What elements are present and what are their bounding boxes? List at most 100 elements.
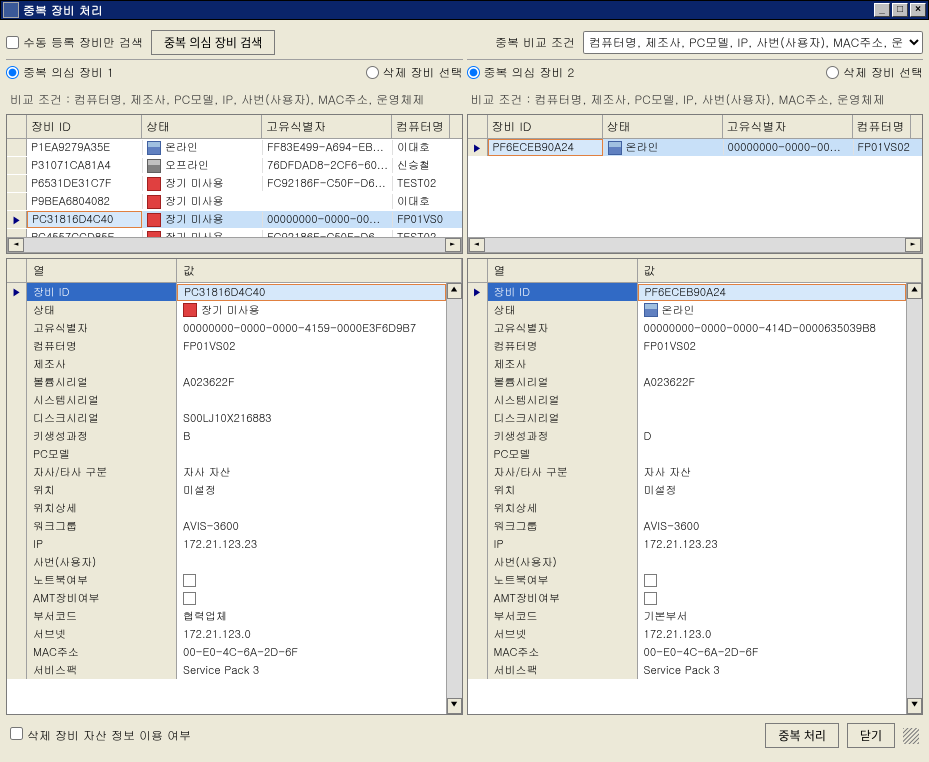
detail-col-value[interactable]: 값 bbox=[177, 259, 462, 282]
hscrollbar-right[interactable]: ◄ ► bbox=[468, 237, 923, 253]
scroll-down-icon-r[interactable]: ▼ bbox=[907, 698, 922, 714]
detail-row[interactable]: 키생성과정 B bbox=[7, 427, 446, 445]
detail-row[interactable]: AMT장비여부 bbox=[7, 589, 446, 607]
panel-right-radio[interactable]: 중복 의심 장비 2 bbox=[467, 64, 575, 81]
detail-row[interactable]: PC모델 bbox=[7, 445, 446, 463]
detail-row[interactable]: 노트북여부 bbox=[468, 571, 907, 589]
detail-row[interactable]: 상태 온라인 bbox=[468, 301, 907, 319]
detail-row[interactable]: 디스크시리얼 S00LJ10X216883 bbox=[7, 409, 446, 427]
detail-row[interactable]: 디스크시리얼 bbox=[468, 409, 907, 427]
detail-col-key[interactable]: 열 bbox=[27, 259, 177, 282]
scroll-right-icon[interactable]: ► bbox=[445, 238, 461, 252]
delete-asset-info-checkbox[interactable]: 삭제 장비 자산 정보 이용 여부 bbox=[10, 727, 191, 744]
detail-row[interactable]: 자사/타사 구분 자사 자산 bbox=[468, 463, 907, 481]
detail-row[interactable]: PC모델 bbox=[468, 445, 907, 463]
checkbox-icon[interactable] bbox=[644, 574, 657, 587]
detail-col-indicator-r[interactable] bbox=[468, 259, 488, 282]
col-uid[interactable]: 고유식별자 bbox=[262, 115, 392, 138]
col-status-r[interactable]: 상태 bbox=[603, 115, 723, 138]
close-button[interactable]: × bbox=[910, 3, 926, 17]
detail-row[interactable]: 고유식별자 00000000-0000-0000-414D-0000635039… bbox=[468, 319, 907, 337]
detail-row[interactable]: 볼륨시리얼 A023622F bbox=[7, 373, 446, 391]
close-dialog-button[interactable]: 닫기 bbox=[847, 723, 895, 748]
scroll-left-icon[interactable]: ◄ bbox=[8, 238, 24, 252]
detail-row[interactable]: 시스템시리얼 bbox=[7, 391, 446, 409]
detail-row[interactable]: 서브넷 172.21.123.0 bbox=[468, 625, 907, 643]
detail-row[interactable]: 제조사 bbox=[468, 355, 907, 373]
detail-row[interactable]: IP 172.21.123.23 bbox=[7, 535, 446, 553]
detail-row[interactable]: 사번(사용자) bbox=[7, 553, 446, 571]
detail-row[interactable]: 시스템시리얼 bbox=[468, 391, 907, 409]
scroll-up-icon-r[interactable]: ▲ bbox=[907, 283, 922, 299]
col-uid-r[interactable]: 고유식별자 bbox=[723, 115, 853, 138]
vscrollbar-right[interactable]: ▲ ▼ bbox=[906, 283, 922, 714]
col-status[interactable]: 상태 bbox=[142, 115, 262, 138]
titlebar[interactable]: 중복 장비 처리 _ □ × bbox=[0, 0, 929, 20]
detail-row[interactable]: 부서코드 협력업체 bbox=[7, 607, 446, 625]
detail-row[interactable]: MAC주소 00-E0-4C-6A-2D-6F bbox=[7, 643, 446, 661]
scroll-up-icon[interactable]: ▲ bbox=[447, 283, 462, 299]
table-row[interactable]: ▶ PC31816D4C40 장기 미사용 00000000-0000-00..… bbox=[7, 211, 462, 229]
checkbox-icon[interactable] bbox=[644, 592, 657, 605]
detail-row[interactable]: 워크그룹 AVIS-3600 bbox=[468, 517, 907, 535]
detail-row[interactable]: 자사/타사 구분 자사 자산 bbox=[7, 463, 446, 481]
detail-row[interactable]: 고유식별자 00000000-0000-0000-4159-0000E3F6D9… bbox=[7, 319, 446, 337]
checkbox-icon[interactable] bbox=[183, 574, 196, 587]
scroll-right-icon-r[interactable]: ► bbox=[905, 238, 921, 252]
detail-key: 볼륨시리얼 bbox=[488, 373, 638, 391]
detail-row[interactable]: 서비스팩 Service Pack 3 bbox=[468, 661, 907, 679]
detail-row[interactable]: IP 172.21.123.23 bbox=[468, 535, 907, 553]
compare-condition-select[interactable]: 컴퓨터명, 제조사, PC모델, IP, 사번(사용자), MAC주소, 운 bbox=[583, 31, 923, 54]
search-duplicate-button[interactable]: 중복 의심 장비 검색 bbox=[151, 30, 275, 55]
detail-row[interactable]: 워크그룹 AVIS-3600 bbox=[7, 517, 446, 535]
detail-col-value-r[interactable]: 값 bbox=[638, 259, 923, 282]
col-equipid[interactable]: 장비 ID bbox=[27, 115, 142, 138]
detail-row[interactable]: ▶ 장비 ID PF6ECEB90A24 bbox=[468, 283, 907, 301]
detail-row[interactable]: MAC주소 00-E0-4C-6A-2D-6F bbox=[468, 643, 907, 661]
detail-row[interactable]: ▶ 장비 ID PC31816D4C40 bbox=[7, 283, 446, 301]
table-row[interactable]: P6531DE31C7F 장기 미사용 FC92186F-C50F-D6... … bbox=[7, 175, 462, 193]
detail-col-key-r[interactable]: 열 bbox=[488, 259, 638, 282]
manual-only-check[interactable] bbox=[6, 36, 19, 49]
minimize-button[interactable]: _ bbox=[874, 3, 890, 17]
panel-left-delete-radio[interactable]: 삭제 장비 선택 bbox=[366, 64, 463, 81]
duplicate-process-button[interactable]: 중복 처리 bbox=[765, 723, 839, 748]
table-row[interactable]: PC4557CCD85E 장기 미사용 FC92186F-C50F-D6... … bbox=[7, 229, 462, 237]
manual-only-checkbox[interactable]: 수동 등록 장비만 검색 bbox=[6, 34, 143, 51]
detail-row[interactable]: AMT장비여부 bbox=[468, 589, 907, 607]
hscrollbar-left[interactable]: ◄ ► bbox=[7, 237, 462, 253]
table-row[interactable]: P31071CA81A4 오프라인 76DFDAD8-2CF6-60... 신승… bbox=[7, 157, 462, 175]
detail-row[interactable]: 위치 미설정 bbox=[7, 481, 446, 499]
col-computer[interactable]: 컴퓨터명 bbox=[392, 115, 450, 138]
detail-row[interactable]: 볼륨시리얼 A023622F bbox=[468, 373, 907, 391]
scroll-down-icon[interactable]: ▼ bbox=[447, 698, 462, 714]
table-row[interactable]: P9BEA6804082 장기 미사용 이대호 bbox=[7, 193, 462, 211]
detail-row[interactable]: 노트북여부 bbox=[7, 571, 446, 589]
panel-left-radio[interactable]: 중복 의심 장비 1 bbox=[6, 64, 114, 81]
resize-grip-icon[interactable] bbox=[903, 728, 919, 744]
maximize-button[interactable]: □ bbox=[892, 3, 908, 17]
detail-row[interactable]: 사번(사용자) bbox=[468, 553, 907, 571]
detail-row[interactable]: 키생성과정 D bbox=[468, 427, 907, 445]
scroll-left-icon-r[interactable]: ◄ bbox=[469, 238, 485, 252]
table-row[interactable]: ▶ PF6ECEB90A24 온라인 00000000-0000-00... F… bbox=[468, 139, 923, 157]
detail-row[interactable]: 서브넷 172.21.123.0 bbox=[7, 625, 446, 643]
detail-row[interactable]: 컴퓨터명 FP01VS02 bbox=[468, 337, 907, 355]
detail-col-indicator[interactable] bbox=[7, 259, 27, 282]
detail-row[interactable]: 부서코드 기본부서 bbox=[468, 607, 907, 625]
detail-row[interactable]: 위치상세 bbox=[7, 499, 446, 517]
detail-row[interactable]: 위치 미설정 bbox=[468, 481, 907, 499]
panel-right-delete-radio[interactable]: 삭제 장비 선택 bbox=[826, 64, 923, 81]
col-indicator-r[interactable] bbox=[468, 115, 488, 138]
table-row[interactable]: P1EA9279A35E 온라인 FF83E499-A694-EB... 이대호 bbox=[7, 139, 462, 157]
col-computer-r[interactable]: 컴퓨터명 bbox=[853, 115, 911, 138]
detail-row[interactable]: 서비스팩 Service Pack 3 bbox=[7, 661, 446, 679]
vscrollbar-left[interactable]: ▲ ▼ bbox=[446, 283, 462, 714]
detail-row[interactable]: 컴퓨터명 FP01VS02 bbox=[7, 337, 446, 355]
detail-row[interactable]: 상태 장기 미사용 bbox=[7, 301, 446, 319]
detail-row[interactable]: 위치상세 bbox=[468, 499, 907, 517]
col-equipid-r[interactable]: 장비 ID bbox=[488, 115, 603, 138]
checkbox-icon[interactable] bbox=[183, 592, 196, 605]
col-indicator[interactable] bbox=[7, 115, 27, 138]
detail-row[interactable]: 제조사 bbox=[7, 355, 446, 373]
